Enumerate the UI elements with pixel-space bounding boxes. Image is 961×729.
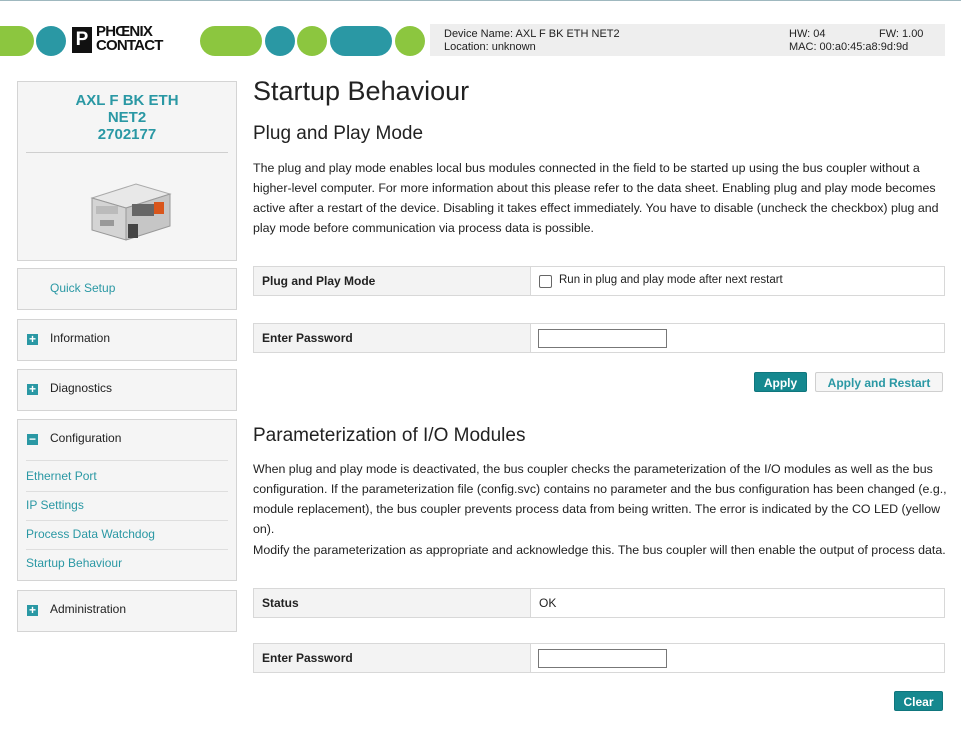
param-password-label-cell: Enter Password [254,644,531,672]
nav-startup-behaviour[interactable]: Startup Behaviour [26,556,122,570]
divider [26,520,228,521]
firmware-version: FW: 1.00 [879,28,924,40]
pnp-mode-checkbox-label[interactable]: Run in plug and play mode after next res… [559,274,783,286]
minus-icon[interactable]: − [27,433,38,445]
pnp-password-label-cell: Enter Password [254,324,531,352]
nav-configuration-label[interactable]: Configuration [50,431,121,445]
product-name: AXL F BK ETH NET2 2702177 [18,92,236,143]
param-description: When plug and play mode is deactivated, … [253,462,947,536]
nav-administration-label[interactable]: Administration [50,602,126,616]
status-label-cell: Status [254,589,531,617]
nav-ip-settings[interactable]: IP Settings [26,498,84,512]
nav-process-data-watchdog[interactable]: Process Data Watchdog [26,527,155,541]
product-panel: AXL F BK ETH NET2 2702177 [17,81,237,261]
pnp-mode-row: Plug and Play Mode Run in plug and play … [253,266,945,296]
param-password-row: Enter Password [253,643,945,673]
header-decor [200,26,262,56]
pnp-password-input[interactable] [538,329,667,348]
plus-icon[interactable]: + [27,333,38,345]
clear-button[interactable]: Clear [894,691,943,711]
apply-button[interactable]: Apply [754,372,807,392]
pnp-mode-label-cell: Plug and Play Mode [254,267,531,295]
apply-and-restart-button[interactable]: Apply and Restart [815,372,943,392]
product-image [90,183,172,241]
logo-line-2: CONTACT [96,37,163,54]
status-label: Status [262,596,299,610]
product-article-number: 2702177 [97,126,157,143]
header-decor [330,26,392,56]
nav-quick-setup-label[interactable]: Quick Setup [50,281,115,295]
pnp-password-row: Enter Password [253,323,945,353]
nav-configuration: − Configuration Ethernet Port IP Setting… [17,419,237,581]
pnp-password-label: Enter Password [262,331,353,345]
pnp-description: The plug and play mode enables local bus… [253,161,939,235]
plus-icon[interactable]: + [27,383,38,395]
header-decor [36,26,66,56]
param-description-2: Modify the parameterization as appropria… [253,543,946,557]
divider [26,549,228,550]
pnp-mode-label: Plug and Play Mode [262,274,376,288]
device-location: Location: unknown [444,41,536,53]
company-logo: PHŒNIX CONTACT [96,24,200,54]
mac-address: MAC: 00:a0:45:a8:9d:9d [789,41,909,53]
product-name-line-2: NET2 [107,109,147,126]
page-title: Startup Behaviour [253,76,470,106]
status-row: Status OK [253,588,945,618]
device-name: Device Name: AXL F BK ETH NET2 [444,28,620,40]
param-heading: Parameterization of I/O Modules [253,425,526,446]
divider [26,491,228,492]
pnp-mode-checkbox[interactable] [539,275,552,288]
param-password-label: Enter Password [262,651,353,665]
hardware-version: HW: 04 [789,28,826,40]
nav-diagnostics[interactable]: + Diagnostics [17,369,237,411]
company-logo-mark: P [72,27,92,53]
nav-information[interactable]: + Information [17,319,237,361]
nav-administration[interactable]: + Administration [17,590,237,632]
header-decor [395,26,425,56]
status-value: OK [539,596,557,610]
nav-quick-setup[interactable]: Quick Setup [17,268,237,310]
header: P PHŒNIX CONTACT Device Name: AXL F BK E… [0,24,961,58]
header-decor [0,26,34,56]
nav-information-label[interactable]: Information [50,331,110,345]
pnp-heading: Plug and Play Mode [253,123,424,144]
nav-diagnostics-label[interactable]: Diagnostics [50,381,112,395]
plus-icon[interactable]: + [27,604,38,616]
param-password-input[interactable] [538,649,667,668]
nav-ethernet-port[interactable]: Ethernet Port [26,469,97,483]
top-border [0,0,961,1]
header-decor [297,26,327,56]
header-decor [265,26,295,56]
device-info-panel: Device Name: AXL F BK ETH NET2 Location:… [430,24,945,56]
divider [26,460,228,461]
product-name-line-1: AXL F BK ETH [75,92,179,109]
divider [26,152,228,153]
